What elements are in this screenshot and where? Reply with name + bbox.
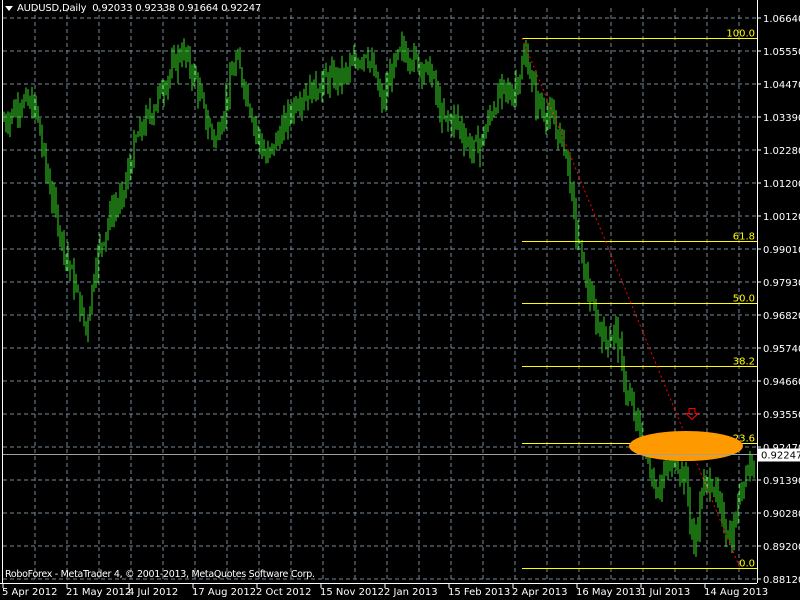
y-tick-label: 0.88120 bbox=[763, 575, 800, 586]
y-tick-label: 0.94660 bbox=[763, 377, 800, 388]
y-tick-label: 1.05550 bbox=[763, 47, 800, 58]
axes: 1.06640 1.05550 1.04470 1.03390 1.02280 1.012… bbox=[0, 0, 800, 598]
y-tick-label: 0.91390 bbox=[763, 476, 800, 487]
close-value: 0.92247 bbox=[221, 3, 262, 14]
x-tick-label: 5 Apr 2012 bbox=[2, 587, 57, 598]
x-tick-label: 2 Apr 2013 bbox=[512, 587, 567, 598]
y-tick-label: 0.99010 bbox=[763, 245, 800, 256]
fibo-level-label: 61.8 bbox=[733, 232, 755, 243]
current-price-label: 0.92247 bbox=[761, 451, 800, 462]
open-value: 0.92033 bbox=[92, 3, 133, 14]
y-tick-label: 1.01200 bbox=[763, 179, 800, 190]
x-tick-label: 15 Feb 2013 bbox=[448, 587, 510, 598]
low-value: 0.91664 bbox=[178, 3, 219, 14]
y-tick-label: 1.02280 bbox=[763, 146, 800, 157]
price-chart[interactable]: 100.061.850.038.223.60.0 1.066401.055501… bbox=[0, 0, 800, 600]
y-tick-label: 0.90280 bbox=[763, 509, 800, 520]
x-tick-label: 1 Jul 2013 bbox=[640, 587, 690, 598]
y-tick-label: 1.03390 bbox=[763, 113, 800, 124]
y-tick-label: 0.89200 bbox=[763, 542, 800, 553]
y-tick-label: 1.04470 bbox=[763, 80, 800, 91]
x-tick-label: 17 Aug 2012 bbox=[192, 587, 256, 598]
symbol-label: AUDUSD,Daily bbox=[17, 3, 87, 14]
fibo-level-label: 50.0 bbox=[733, 294, 755, 305]
x-tick-label: 14 Aug 2013 bbox=[704, 587, 768, 598]
x-tick-label: 4 Jul 2012 bbox=[128, 587, 178, 598]
x-tick-label: 15 Nov 2012 bbox=[320, 587, 384, 598]
chart-header: AUDUSD,Daily 0.92033 0.92338 0.91664 0.9… bbox=[5, 3, 261, 14]
y-tick-label: 1.00120 bbox=[763, 212, 800, 223]
fibo-level-label: 100.0 bbox=[726, 29, 755, 40]
x-tick-label: 2 Jan 2013 bbox=[384, 587, 438, 598]
x-tick-label: 16 May 2013 bbox=[576, 587, 641, 598]
fibo-level-label: 0.0 bbox=[739, 559, 755, 570]
y-tick-label: 0.96820 bbox=[763, 311, 800, 322]
copyright-footer: RoboForex - MetaTrader 4, © 2001-2013, M… bbox=[5, 569, 315, 580]
y-tick-label: 1.06640 bbox=[763, 14, 800, 25]
price-bars bbox=[3, 31, 755, 557]
y-tick-label: 0.93550 bbox=[763, 410, 800, 421]
highlight-ellipse bbox=[629, 431, 743, 462]
high-value: 0.92338 bbox=[135, 3, 176, 14]
y-tick-label: 0.97930 bbox=[763, 278, 800, 289]
x-tick-label: 2 Oct 2012 bbox=[256, 587, 311, 598]
x-tick-label: 21 May 2012 bbox=[66, 587, 131, 598]
fibonacci-retracement[interactable]: 100.061.850.038.223.60.0 bbox=[522, 29, 757, 570]
fibo-level-label: 38.2 bbox=[733, 357, 755, 368]
y-tick-label: 0.95740 bbox=[763, 344, 800, 355]
dropdown-triangle-icon[interactable] bbox=[5, 5, 13, 11]
